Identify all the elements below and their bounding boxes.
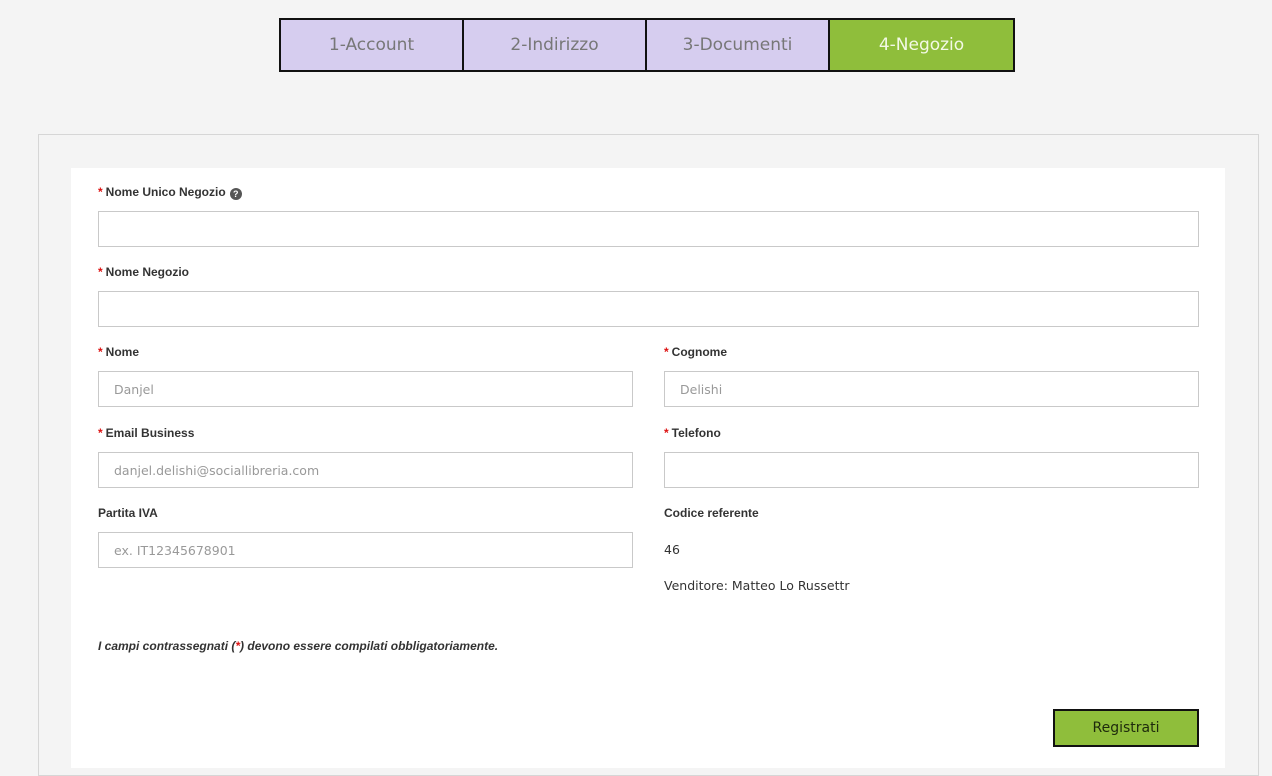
- email-label-text: Email Business: [105, 426, 195, 440]
- unique-shop-name-label-text: Nome Unico Negozio: [105, 185, 226, 199]
- last-name-input[interactable]: [664, 371, 1199, 407]
- last-name-label-text: Cognome: [671, 345, 728, 359]
- first-name-label-text: Nome: [105, 345, 140, 359]
- required-mark: *: [98, 265, 103, 279]
- referral-label-text: Codice referente: [664, 506, 759, 520]
- referral-code: 46: [664, 542, 680, 557]
- required-mark: *: [98, 426, 103, 440]
- vat-label-text: Partita IVA: [98, 506, 158, 520]
- unique-shop-name-label: * Nome Unico Negozio?: [98, 185, 242, 200]
- first-name-label: * Nome: [98, 345, 139, 359]
- required-fields-note: I campi contrassegnati (*) devono essere…: [98, 639, 498, 653]
- register-button[interactable]: Registrati: [1053, 709, 1199, 747]
- unique-shop-name-input[interactable]: [98, 211, 1199, 247]
- last-name-label: * Cognome: [664, 345, 727, 359]
- step-documenti[interactable]: 3-Documenti: [647, 20, 830, 70]
- step-negozio[interactable]: 4-Negozio: [830, 20, 1013, 70]
- email-input[interactable]: [98, 452, 633, 488]
- referral-label: Codice referente: [664, 506, 759, 520]
- seller-name: Venditore: Matteo Lo Russettr: [664, 578, 850, 593]
- email-label: * Email Business: [98, 426, 194, 440]
- step-indirizzo[interactable]: 2-Indirizzo: [464, 20, 647, 70]
- phone-input[interactable]: [664, 452, 1199, 488]
- required-mark: *: [664, 345, 669, 359]
- shop-name-label-text: Nome Negozio: [105, 265, 190, 279]
- phone-label-text: Telefono: [671, 426, 721, 440]
- vat-input[interactable]: [98, 532, 633, 568]
- help-icon[interactable]: ?: [229, 188, 242, 200]
- step-account[interactable]: 1-Account: [281, 20, 464, 70]
- required-mark: *: [664, 426, 669, 440]
- note-text-end: ) devono essere compilati obbligatoriame…: [240, 639, 499, 653]
- wizard-steps: 1-Account 2-Indirizzo 3-Documenti 4-Nego…: [279, 18, 1015, 72]
- required-mark: *: [98, 185, 103, 199]
- vat-label: Partita IVA: [98, 506, 158, 520]
- shop-name-input[interactable]: [98, 291, 1199, 327]
- phone-label: * Telefono: [664, 426, 721, 440]
- shop-name-label: * Nome Negozio: [98, 265, 189, 279]
- note-text-start: I campi contrassegnati (: [98, 639, 236, 653]
- required-mark: *: [98, 345, 103, 359]
- first-name-input[interactable]: [98, 371, 633, 407]
